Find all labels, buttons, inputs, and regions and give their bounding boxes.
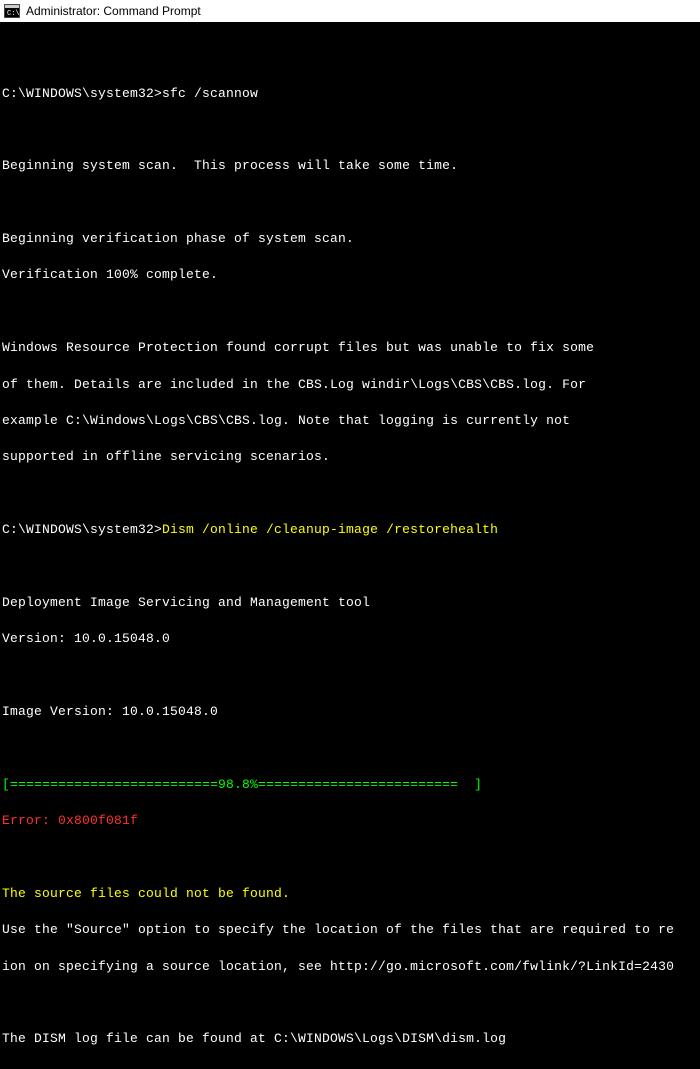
terminal-output[interactable]: C:\WINDOWS\system32>sfc /scannow Beginni… — [0, 22, 700, 1069]
output-text: Verification 100% complete. — [2, 266, 698, 284]
prompt: C:\WINDOWS\system32> — [2, 86, 162, 101]
output-text: Version: 10.0.15048.0 — [2, 630, 698, 648]
output-text: Windows Resource Protection found corrup… — [2, 339, 698, 357]
command-dism: Dism /online /cleanup-image /restoreheal… — [162, 522, 498, 537]
output-text: supported in offline servicing scenarios… — [2, 448, 698, 466]
output-text: Beginning system scan. This process will… — [2, 157, 698, 175]
output-text: Use the "Source" option to specify the l… — [2, 921, 698, 939]
error-message: The source files could not be found. — [2, 885, 698, 903]
error-code: Error: 0x800f081f — [2, 812, 698, 830]
output-text: The DISM log file can be found at C:\WIN… — [2, 1030, 698, 1048]
output-text: Deployment Image Servicing and Managemen… — [2, 594, 698, 612]
output-text: of them. Details are included in the CBS… — [2, 376, 698, 394]
svg-text:C:\: C:\ — [7, 10, 20, 18]
output-text: Image Version: 10.0.15048.0 — [2, 703, 698, 721]
output-text: ion on specifying a source location, see… — [2, 958, 698, 976]
window-titlebar[interactable]: C:\ Administrator: Command Prompt — [0, 0, 700, 22]
output-text: example C:\Windows\Logs\CBS\CBS.log. Not… — [2, 412, 698, 430]
prompt: C:\WINDOWS\system32> — [2, 522, 162, 537]
cmd-icon: C:\ — [4, 4, 20, 18]
progress-bar: [==========================98.8%========… — [2, 776, 698, 794]
command-sfc: sfc /scannow — [162, 86, 258, 101]
output-text: Beginning verification phase of system s… — [2, 230, 698, 248]
window-title: Administrator: Command Prompt — [26, 4, 201, 18]
